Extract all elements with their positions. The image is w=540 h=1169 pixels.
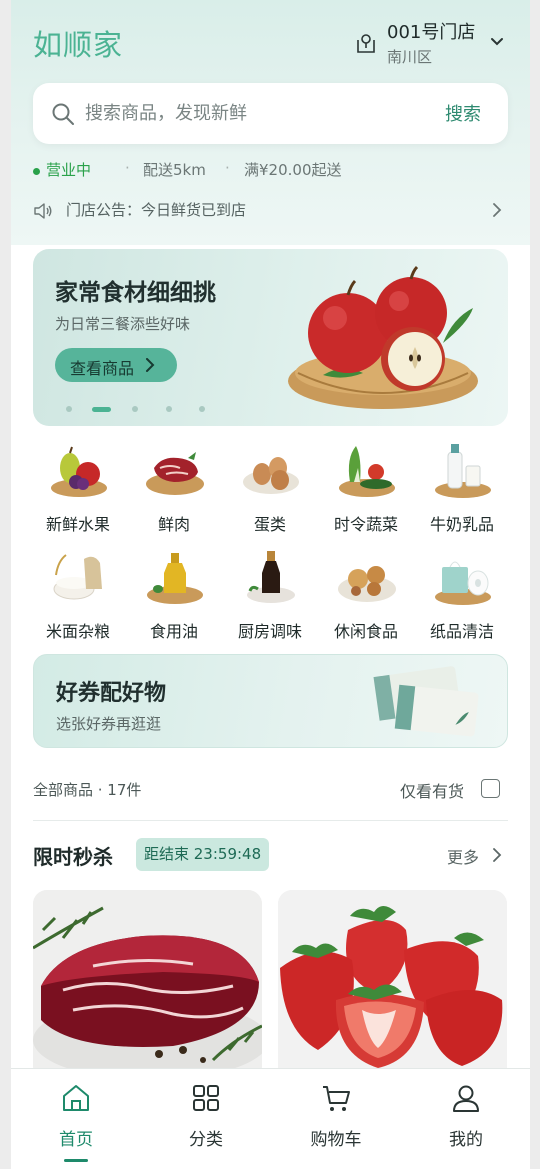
steak-image xyxy=(33,890,262,1080)
coupon-subtitle: 选张好券再逛逛 xyxy=(56,715,162,733)
chevron-right-icon xyxy=(493,203,502,217)
more-link[interactable]: 更多 xyxy=(447,844,479,868)
tab-home[interactable]: 首页 xyxy=(11,1069,141,1169)
category-label: 蛋类 xyxy=(253,515,286,534)
flash-sale-header: 限时秒杀 距结束 23:59:48 更多 xyxy=(33,838,508,872)
egg-icon xyxy=(243,457,299,494)
home-icon xyxy=(63,1085,89,1111)
oil-icon xyxy=(147,553,203,604)
notice-text: 门店公告：今日鲜货已到店 xyxy=(66,201,247,219)
tab-category[interactable]: 分类 xyxy=(141,1069,271,1169)
open-status: 营业中 xyxy=(46,161,92,179)
category-paper[interactable]: 纸品清洁 xyxy=(417,545,507,649)
banner-subtitle: 为日常三餐添些好味 xyxy=(55,315,191,333)
carousel-dot[interactable] xyxy=(66,406,72,412)
category-label: 牛奶乳品 xyxy=(429,515,494,534)
bottom-tab-bar: 首页 分类 购物车 我的 xyxy=(11,1068,530,1169)
search-input[interactable] xyxy=(85,97,415,130)
tab-label: 首页 xyxy=(59,1130,93,1150)
delivery-range: 配送5km xyxy=(143,161,206,179)
speaker-icon xyxy=(34,203,52,219)
tab-label: 分类 xyxy=(189,1130,223,1150)
fruit-icon xyxy=(51,446,107,497)
tab-label: 购物车 xyxy=(310,1130,362,1150)
chevron-right-icon[interactable] xyxy=(492,848,502,862)
coupon-banner[interactable]: 好券配好物 选张好券再逛逛 xyxy=(33,654,508,748)
category-vegetables[interactable]: 时令蔬菜 xyxy=(321,438,411,542)
product-card-strawberries[interactable] xyxy=(278,890,507,1080)
view-products-label: 查看商品 xyxy=(70,359,135,378)
store-area: 南川区 xyxy=(387,48,433,66)
snack-icon xyxy=(338,566,396,602)
category-fruit[interactable]: 新鲜水果 xyxy=(33,438,123,542)
carousel-dot[interactable] xyxy=(199,406,205,412)
category-seasoning[interactable]: 厨房调味 xyxy=(225,545,315,649)
in-stock-checkbox[interactable] xyxy=(481,779,500,798)
promo-banner[interactable]: 家常食材细细挑 为日常三餐添些好味 查看商品 xyxy=(33,249,508,426)
tab-profile[interactable]: 我的 xyxy=(401,1069,530,1169)
user-icon xyxy=(453,1085,479,1112)
sauce-icon xyxy=(247,551,295,603)
category-label: 时令蔬菜 xyxy=(333,515,398,534)
category-label: 纸品清洁 xyxy=(429,622,494,641)
rice-icon xyxy=(53,554,102,600)
category-oil[interactable]: 食用油 xyxy=(129,545,219,649)
search-icon xyxy=(52,103,74,125)
tissue-icon xyxy=(435,561,491,605)
chevron-down-icon xyxy=(491,38,503,46)
category-label: 休闲食品 xyxy=(333,622,398,641)
category-dairy[interactable]: 牛奶乳品 xyxy=(417,438,507,542)
active-tab-indicator xyxy=(64,1159,88,1162)
carousel-dot[interactable] xyxy=(166,406,172,412)
in-stock-label[interactable]: 仅看有货 xyxy=(400,778,464,802)
app-screen: 如顺家 001号门店 南川区 搜索 营业中 · 配送5km · 满¥20.00起… xyxy=(11,0,530,1169)
product-filter-bar: 全部商品 · 17件 仅看有货 xyxy=(33,776,508,802)
carousel-indicator xyxy=(66,406,216,414)
open-status-dot xyxy=(33,168,40,175)
coupon-title: 好券配好物 xyxy=(56,681,167,706)
store-selector[interactable]: 001号门店 南川区 xyxy=(356,16,506,70)
milk-icon xyxy=(435,444,491,498)
grid-icon xyxy=(193,1085,219,1111)
carousel-dot[interactable] xyxy=(132,406,138,412)
carousel-dot-active[interactable] xyxy=(92,407,111,412)
store-name: 001号门店 xyxy=(387,22,476,43)
category-label: 米面杂粮 xyxy=(45,622,110,641)
chevron-right-icon xyxy=(146,358,155,372)
category-grid: 新鲜水果 鲜肉 蛋类 时令蔬菜 牛奶乳品 米面杂粮 食用油 厨房调味 休闲食品 … xyxy=(33,438,508,648)
status-separator: · xyxy=(125,159,130,177)
map-icon xyxy=(357,34,375,53)
search-bar[interactable]: 搜索 xyxy=(33,83,508,144)
store-notice[interactable]: 门店公告：今日鲜货已到店 xyxy=(33,199,508,223)
product-count: 全部商品 · 17件 xyxy=(33,781,142,799)
divider xyxy=(33,820,508,821)
minimum-order: 满¥20.00起送 xyxy=(244,161,342,179)
brand-logo: 如顺家 xyxy=(33,28,124,62)
category-grains[interactable]: 米面杂粮 xyxy=(33,545,123,649)
category-eggs[interactable]: 蛋类 xyxy=(225,438,315,542)
apple-basket-image xyxy=(288,265,478,409)
tab-cart[interactable]: 购物车 xyxy=(271,1069,401,1169)
flash-sale-title: 限时秒杀 xyxy=(33,845,113,869)
category-label: 食用油 xyxy=(149,622,198,641)
strawberry-image xyxy=(278,890,507,1080)
category-label: 鲜肉 xyxy=(157,515,190,534)
banner-title: 家常食材细细挑 xyxy=(55,280,216,306)
category-label: 厨房调味 xyxy=(237,622,302,641)
view-products-button[interactable]: 查看商品 xyxy=(55,348,177,382)
product-card-steak[interactable] xyxy=(33,890,262,1080)
status-separator: · xyxy=(225,159,230,177)
countdown-badge: 距结束 23:59:48 xyxy=(136,838,270,871)
meat-icon xyxy=(146,452,204,495)
search-button[interactable]: 搜索 xyxy=(445,100,481,126)
category-label: 新鲜水果 xyxy=(45,515,110,534)
category-meat[interactable]: 鲜肉 xyxy=(129,438,219,542)
vegetable-icon xyxy=(339,446,395,497)
category-snacks[interactable]: 休闲食品 xyxy=(321,545,411,649)
tab-label: 我的 xyxy=(449,1130,483,1150)
coupon-ticket-icon xyxy=(373,666,479,737)
cart-icon xyxy=(323,1086,350,1111)
